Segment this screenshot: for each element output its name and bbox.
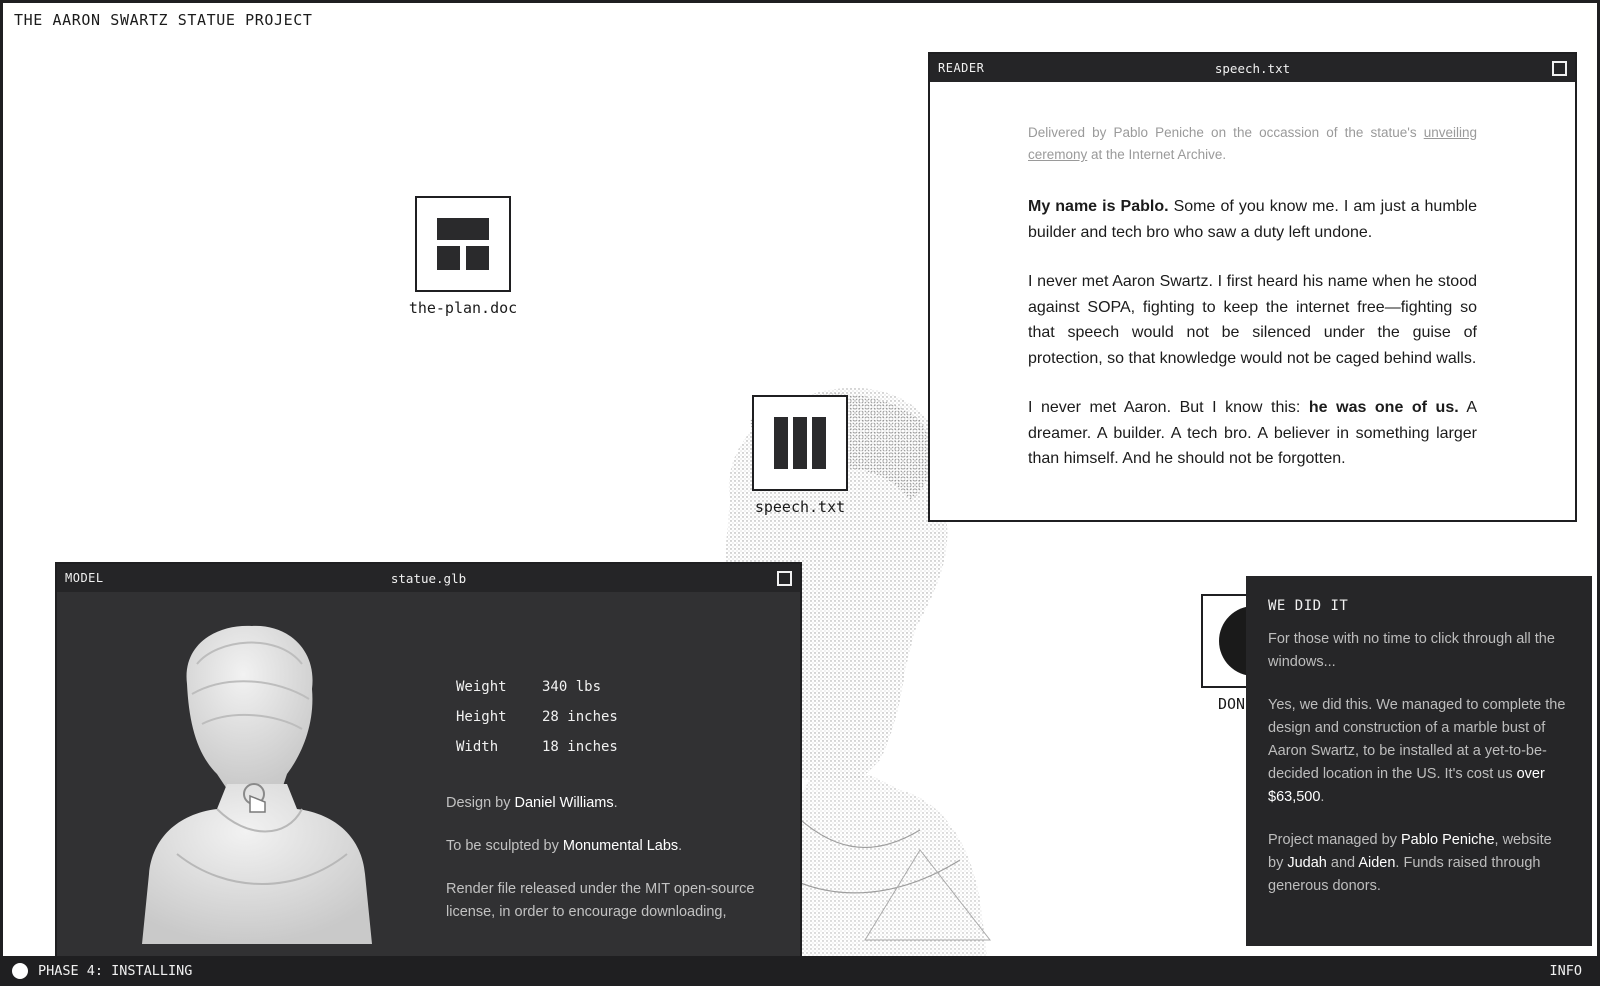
speech-paragraph: I never met Aaron. But I know this: he w…	[1028, 395, 1477, 472]
model-titlebar[interactable]: MODEL statue.glb	[57, 564, 800, 592]
designer-name: Daniel Williams	[514, 795, 614, 811]
desktop-icon-label: the-plan.doc	[408, 299, 518, 317]
credit-text: To be sculpted by	[446, 838, 563, 854]
credit-text: .	[678, 838, 683, 854]
info-paragraph: For those with no time to click through …	[1268, 631, 1555, 670]
phase-label: PHASE 4: INSTALLING	[38, 963, 193, 979]
spec-key: Weight	[456, 679, 507, 695]
phase-indicator: PHASE 4: INSTALLING	[12, 963, 192, 979]
desktop-icon-plan-doc[interactable]: the-plan.doc	[408, 196, 518, 317]
render-note: Render file released under the MIT open-…	[446, 881, 755, 920]
sculptor-name: Monumental Labs	[562, 838, 679, 854]
info-panel: WE DID IT For those with no time to clic…	[1246, 576, 1592, 946]
desktop-icon-speech-txt[interactable]: speech.txt	[748, 395, 852, 516]
window-type-label: MODEL	[65, 571, 104, 585]
spec-row: Width 18 inches	[450, 732, 618, 762]
spec-key: Height	[456, 709, 507, 725]
manager-name: Pablo Peniche	[1401, 832, 1495, 848]
desktop-icon-label: speech.txt	[754, 498, 846, 516]
intro-text: Delivered by Pablo Peniche on the occass…	[1028, 125, 1424, 140]
spec-value: 28 inches	[542, 709, 618, 725]
speech-paragraph: I never met Aaron Swartz. I first heard …	[1028, 273, 1477, 367]
speech-text: My name is Pablo. Some of you know me. I…	[1028, 194, 1477, 472]
window-filename: speech.txt	[1214, 60, 1291, 76]
speech-paragraph: My name is Pablo. Some of you know me. I…	[1028, 194, 1477, 245]
speech-bold: he was one of us.	[1308, 399, 1459, 416]
window-type-label: READER	[938, 61, 985, 75]
speech-bold: My name is Pablo.	[1028, 198, 1169, 215]
speech-span: I never met Aaron. But I know this:	[1028, 399, 1309, 416]
intro-text: at the Internet Archive.	[1087, 147, 1227, 162]
model-credits: Design by Daniel Williams. To be sculpte…	[446, 792, 776, 944]
maximize-icon[interactable]	[777, 570, 792, 586]
spec-key: Width	[456, 739, 499, 755]
bars-icon	[752, 395, 848, 491]
reader-titlebar[interactable]: READER speech.txt	[930, 54, 1575, 82]
grid-icon	[415, 196, 511, 292]
window-filename: statue.glb	[390, 570, 467, 586]
developer-name: Aiden	[1358, 855, 1396, 871]
spec-value: 340 lbs	[542, 679, 602, 695]
sculpt-credit: To be sculpted by Monumental Labs.	[446, 835, 776, 858]
statue-3d-viewer[interactable]	[137, 624, 377, 944]
info-title: WE DID IT	[1268, 598, 1349, 614]
spec-value: 18 inches	[542, 739, 618, 755]
status-dot-icon	[12, 963, 28, 979]
reader-window[interactable]: READER speech.txt Delivered by Pablo Pen…	[928, 52, 1577, 522]
design-credit: Design by Daniel Williams.	[446, 792, 776, 815]
credit-text: .	[613, 795, 618, 811]
info-span: Project managed by	[1268, 832, 1401, 848]
maximize-icon[interactable]	[1552, 60, 1567, 76]
statue-specs: Weight 340 lbs Height 28 inches Width 18 in…	[450, 672, 618, 762]
speech-intro: Delivered by Pablo Peniche on the occass…	[1028, 122, 1477, 166]
status-bar: PHASE 4: INSTALLING INFO	[0, 956, 1600, 986]
spec-row: Weight 340 lbs	[450, 672, 618, 702]
site-title: THE AARON SWARTZ STATUE PROJECT	[14, 11, 313, 29]
credit-text: Design by	[446, 795, 515, 811]
info-span: .	[1320, 789, 1325, 805]
developer-name: Judah	[1287, 855, 1327, 871]
info-paragraph: Project managed by Pablo Peniche, websit…	[1268, 829, 1570, 898]
model-window[interactable]: MODEL statue.glb Weight 340 lbs Height 28 …	[55, 562, 802, 958]
spec-row: Height 28 inches	[450, 702, 618, 732]
info-button[interactable]: INFO	[1549, 963, 1582, 979]
info-paragraph: Yes, we did this. We managed to complete…	[1268, 694, 1570, 809]
reader-content[interactable]: Delivered by Pablo Peniche on the occass…	[930, 82, 1575, 522]
info-span: and	[1326, 855, 1359, 871]
